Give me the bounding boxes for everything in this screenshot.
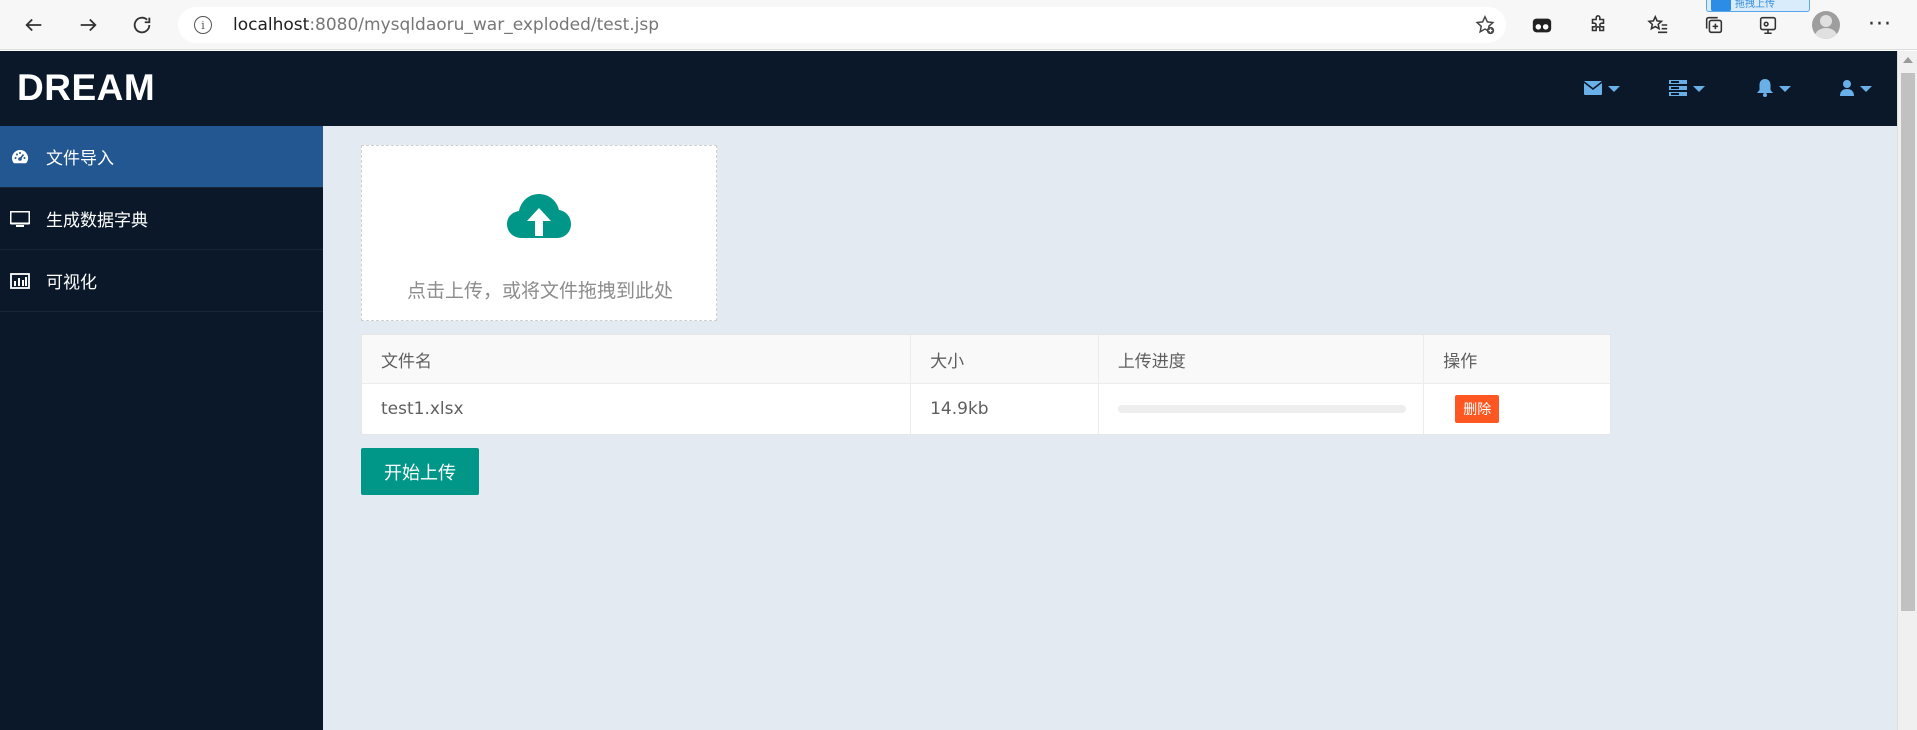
- upload-dropzone[interactable]: 点击上传，或将文件拖拽到此处: [361, 145, 717, 321]
- column-header-filename: 文件名: [362, 335, 912, 383]
- info-icon[interactable]: i: [194, 16, 212, 34]
- cloud-upload-icon: [507, 194, 571, 238]
- url-text: localhost:8080/mysqldaoru_war_exploded/t…: [233, 15, 660, 35]
- start-upload-button[interactable]: 开始上传: [361, 448, 479, 495]
- sidebar: 文件导入 生成数据字典 可视化: [0, 126, 323, 730]
- brand-logo: DREAM: [17, 67, 156, 108]
- envelope-icon: [1584, 81, 1602, 95]
- file-name: test1.xlsx: [362, 384, 912, 434]
- app-header: DREAM: [0, 51, 1897, 126]
- delete-button[interactable]: 删除: [1455, 395, 1500, 423]
- screenshot-icon[interactable]: [1756, 13, 1780, 37]
- file-table: 文件名 大小 上传进度 操作 test1.xlsx 14.9kb 删除: [361, 334, 1611, 435]
- address-bar[interactable]: i localhost:8080/mysqldaoru_war_exploded…: [178, 7, 1506, 43]
- browser-toolbar: i localhost:8080/mysqldaoru_war_exploded…: [0, 0, 1917, 50]
- sidebar-item-label: 可视化: [46, 273, 97, 293]
- messages-dropdown[interactable]: [1584, 76, 1620, 100]
- sidebar-item-file-import[interactable]: 文件导入: [0, 126, 323, 188]
- scroll-up-icon[interactable]: [1903, 57, 1913, 63]
- profile-avatar[interactable]: [1812, 11, 1840, 39]
- scrollbar-thumb[interactable]: [1901, 73, 1915, 611]
- arrow-left-icon: [25, 18, 42, 32]
- more-menu-icon[interactable]: ···: [1868, 12, 1892, 37]
- main-content: 点击上传，或将文件拖拽到此处 文件名 大小 上传进度 操作 test1.xlsx…: [323, 126, 1897, 730]
- reload-icon: [133, 16, 151, 34]
- upload-hint: 点击上传，或将文件拖拽到此处: [406, 280, 673, 302]
- reload-button[interactable]: [122, 5, 162, 45]
- caret-down-icon: [1693, 86, 1705, 92]
- page-scrollbar[interactable]: [1897, 51, 1917, 730]
- bar-chart-icon: [10, 271, 30, 291]
- notifications-dropdown[interactable]: [1757, 76, 1791, 100]
- favorite-add-icon[interactable]: [1474, 14, 1496, 36]
- sidebar-item-visualization[interactable]: 可视化: [0, 250, 323, 312]
- caret-down-icon: [1608, 86, 1620, 92]
- app-logo-icon: [1711, 0, 1731, 11]
- bell-icon: [1757, 79, 1773, 97]
- drag-upload-tooltip: 拖拽上传: [1706, 0, 1810, 12]
- server-icon: [1669, 80, 1687, 96]
- collections-icon[interactable]: [1702, 13, 1726, 37]
- caret-down-icon: [1779, 86, 1791, 92]
- extension-tampermonkey-icon[interactable]: [1530, 13, 1554, 37]
- back-button[interactable]: [14, 5, 54, 45]
- sidebar-item-data-dictionary[interactable]: 生成数据字典: [0, 188, 323, 250]
- table-header: 文件名 大小 上传进度 操作: [362, 335, 1610, 384]
- sidebar-item-label: 生成数据字典: [46, 211, 148, 231]
- arrow-right-icon: [80, 18, 97, 32]
- favorites-icon[interactable]: [1646, 13, 1670, 37]
- user-icon: [1840, 80, 1854, 96]
- tasks-dropdown[interactable]: [1669, 76, 1705, 100]
- table-row: test1.xlsx 14.9kb 删除: [362, 384, 1610, 434]
- extensions-puzzle-icon[interactable]: [1586, 13, 1610, 37]
- desktop-icon: [10, 209, 30, 229]
- column-header-actions: 操作: [1443, 351, 1478, 372]
- dashboard-icon: [10, 147, 30, 167]
- caret-down-icon: [1860, 86, 1872, 92]
- upload-progress-cell: [1099, 384, 1425, 434]
- sidebar-item-label: 文件导入: [46, 149, 114, 169]
- upload-progress-bar: [1117, 405, 1406, 413]
- column-header-progress: 上传进度: [1099, 335, 1425, 383]
- file-size: 14.9kb: [911, 384, 1099, 434]
- user-dropdown[interactable]: [1840, 76, 1872, 100]
- forward-button[interactable]: [68, 5, 108, 45]
- actions-cell: 删除: [1424, 384, 1610, 434]
- column-header-size: 大小: [911, 335, 1099, 383]
